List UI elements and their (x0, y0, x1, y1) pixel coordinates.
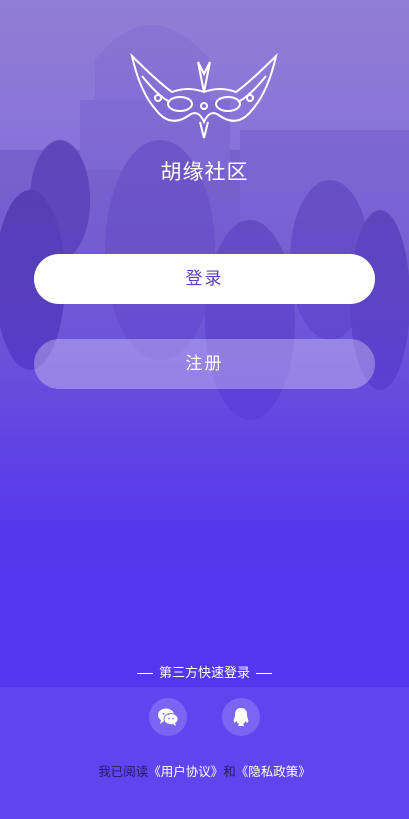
login-button[interactable]: 登录 (34, 254, 375, 304)
login-screen: 胡缘社区 登录 注册 第三方快速登录 我已阅读《用户协议》和《隐私政策》 (0, 0, 409, 819)
agreement-conjunction: 和 (223, 764, 236, 779)
bottom-panel (0, 687, 409, 819)
agreement-prefix: 我已阅读 (98, 764, 149, 779)
wechat-icon (158, 708, 179, 726)
divider-right (256, 673, 272, 674)
register-button[interactable]: 注册 (34, 339, 375, 389)
agreement-text: 我已阅读《用户协议》和《隐私政策》 (0, 761, 409, 780)
third-party-login-text: 第三方快速登录 (158, 666, 250, 681)
third-party-login-label: 第三方快速登录 (0, 662, 409, 681)
app-title: 胡缘社区 (160, 160, 249, 184)
wechat-login-button[interactable] (149, 698, 187, 736)
qq-login-button[interactable] (222, 698, 260, 736)
qq-icon (233, 708, 249, 726)
privacy-policy-link[interactable]: 《隐私政策》 (236, 764, 311, 779)
divider-left (136, 673, 153, 674)
mask-logo-icon (130, 52, 278, 139)
user-agreement-link[interactable]: 《用户协议》 (148, 764, 223, 779)
